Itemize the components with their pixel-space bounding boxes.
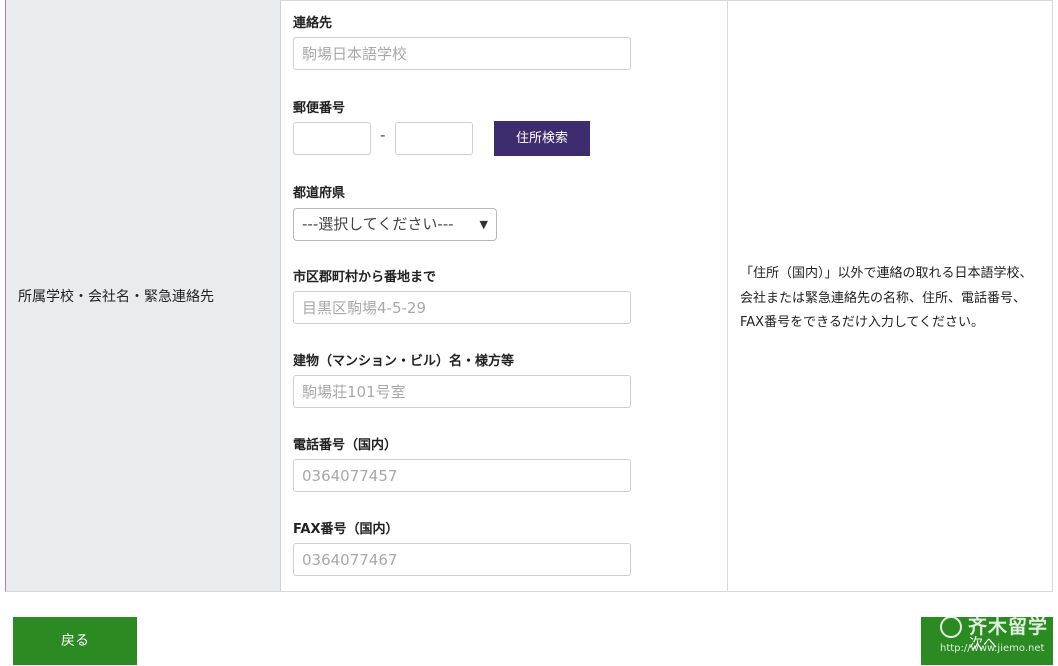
fields-cell: 連絡先 郵便番号 - 住所検索 都道府県 ---選択してください--- ▼ 市区… <box>281 0 728 591</box>
fax-input[interactable] <box>293 543 631 576</box>
prefecture-label: 都道府県 <box>293 186 346 201</box>
contact-label: 連絡先 <box>293 16 333 31</box>
next-button[interactable]: 次へ <box>921 617 1053 665</box>
contact-form-table: 所属学校・会社名・緊急連絡先 連絡先 郵便番号 - 住所検索 都道府県 ---選… <box>5 0 1053 592</box>
phone-input[interactable] <box>293 459 631 492</box>
row-label-cell: 所属学校・会社名・緊急連絡先 <box>6 0 281 591</box>
city-label: 市区郡町村から番地まで <box>293 270 437 285</box>
row-label: 所属学校・会社名・緊急連絡先 <box>18 289 214 305</box>
address-search-button[interactable]: 住所検索 <box>494 121 590 156</box>
fax-label: FAX番号（国内） <box>293 522 399 537</box>
back-button[interactable]: 戻る <box>13 617 137 665</box>
prefecture-selected-value: ---選択してください--- <box>302 215 454 233</box>
city-input[interactable] <box>293 291 631 324</box>
building-input[interactable] <box>293 375 631 408</box>
chevron-down-icon: ▼ <box>479 218 488 231</box>
note-cell: 「住所（国内）」以外で連絡の取れる日本語学校、会社または緊急連絡先の名称、住所、… <box>728 0 1052 591</box>
postal-code-first-input[interactable] <box>293 122 371 155</box>
phone-label: 電話番号（国内） <box>293 438 398 453</box>
prefecture-select[interactable]: ---選択してください--- ▼ <box>293 208 497 241</box>
postal-label: 郵便番号 <box>293 101 346 116</box>
contact-input[interactable] <box>293 37 631 70</box>
next-button-label: 次へ <box>969 636 997 652</box>
postal-separator: - <box>380 126 386 144</box>
help-note: 「住所（国内）」以外で連絡の取れる日本語学校、会社または緊急連絡先の名称、住所、… <box>740 266 1033 330</box>
building-label: 建物（マンション・ビル）名・様方等 <box>293 354 515 369</box>
page: 所属学校・会社名・緊急連絡先 連絡先 郵便番号 - 住所検索 都道府県 ---選… <box>0 0 1058 666</box>
postal-code-second-input[interactable] <box>395 122 473 155</box>
